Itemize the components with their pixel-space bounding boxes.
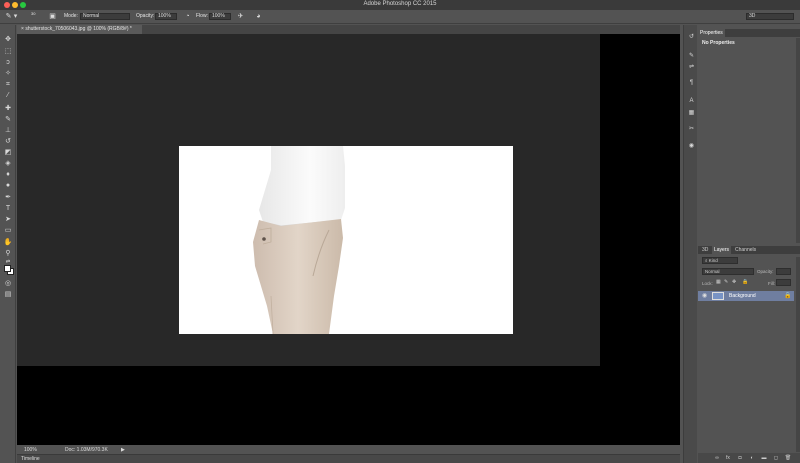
new-group-icon[interactable]: ▬	[760, 454, 768, 462]
quick-select-icon[interactable]: ✧	[3, 69, 13, 78]
blur-icon[interactable]: ♦	[3, 170, 13, 179]
opacity-label: Opacity:	[136, 13, 155, 19]
fill-label: Fill:	[768, 281, 775, 286]
brush-preset-icon[interactable]: ✎	[4, 12, 13, 21]
mode-select[interactable]: Normal	[80, 13, 130, 20]
visibility-eye-icon[interactable]: ◉	[702, 292, 707, 299]
lock-position-icon[interactable]: ✥	[732, 279, 736, 285]
blend-mode-select[interactable]: Normal	[702, 268, 754, 275]
document-tab[interactable]: × shutterstock_70506043.jpg @ 100% (RGB/…	[17, 25, 142, 34]
layer-name: Background	[729, 293, 756, 299]
lock-transparent-icon[interactable]: ▦	[716, 279, 721, 285]
tab-properties[interactable]: Properties	[698, 29, 725, 37]
rectangle-icon[interactable]: ▭	[3, 226, 13, 235]
layers-scrollbar[interactable]	[796, 257, 800, 452]
type-icon[interactable]: T	[3, 204, 13, 213]
timeline-panel[interactable]: Timeline	[17, 454, 680, 463]
delete-layer-icon[interactable]: 🗑	[784, 454, 792, 462]
properties-panel-header: Properties	[698, 29, 800, 37]
canvas-area[interactable]	[17, 34, 680, 445]
layer-lock-icon: 🔒	[784, 293, 792, 299]
options-bar: ✎ ▾ 30 ▣ Mode: Normal Opacity: 100% ◔ Fl…	[0, 10, 800, 24]
brush-panel-icon[interactable]: ▣	[48, 12, 57, 21]
airbrush-icon[interactable]: ✈	[236, 12, 245, 21]
zoom-icon[interactable]: ⚲	[3, 249, 13, 258]
lasso-icon[interactable]: ↄ	[3, 58, 13, 67]
healing-icon[interactable]: ✚	[3, 104, 13, 113]
layers-footer: ∞ fx ◘ ◐ ▬ ◻ 🗑	[698, 453, 800, 463]
hand-icon[interactable]: ✋	[3, 238, 13, 247]
workspace-select[interactable]: 3D	[746, 13, 794, 20]
paragraph-icon[interactable]: ¶	[687, 79, 696, 88]
panel-dock: ↺ ✎ ⇌ ¶ A ▦ ✂ ◉	[683, 25, 697, 463]
document-tab-title: shutterstock_70506043.jpg @ 100% (RGB/8#…	[25, 26, 132, 32]
flow-label: Flow:	[196, 13, 208, 19]
properties-empty-text: No Properties	[702, 40, 735, 46]
document-tab-bar: × shutterstock_70506043.jpg @ 100% (RGB/…	[17, 25, 680, 34]
stamp-icon[interactable]: ⊥	[3, 126, 13, 135]
crop-icon[interactable]: ⌗	[3, 80, 13, 89]
document-size: Doc: 1.03M/970.3K	[65, 447, 108, 453]
tools-panel: ✥ ⬚ ↄ ✧ ⌗ ⁄ ✚ ✎ ⊥ ↺ ◩ ◈ ♦ ● ✒ T ➤ ▭ ✋ ⚲ …	[0, 25, 16, 463]
brush-icon[interactable]: ✎	[3, 115, 13, 124]
opacity-field[interactable]: 100%	[155, 13, 177, 20]
layer-filter-select[interactable]: ⌕ Kind	[702, 257, 738, 264]
document-image[interactable]	[179, 146, 513, 334]
timeline-label: Timeline	[21, 456, 40, 462]
layer-thumbnail	[712, 292, 724, 300]
gradient-icon[interactable]: ◈	[3, 159, 13, 168]
add-mask-icon[interactable]: ◘	[736, 454, 744, 462]
quick-mask-icon[interactable]: ◎	[3, 279, 13, 288]
chevron-down-icon[interactable]: ▾	[13, 12, 18, 21]
flow-field[interactable]: 100%	[209, 13, 231, 20]
pressure-opacity-icon[interactable]: ◔	[183, 12, 192, 21]
character-icon[interactable]: A	[687, 97, 696, 106]
title-bar: Adobe Photoshop CC 2015	[0, 0, 800, 10]
status-menu-arrow-icon[interactable]: ▶	[121, 447, 125, 453]
path-select-icon[interactable]: ➤	[3, 215, 13, 224]
tab-layers[interactable]: Layers	[712, 246, 732, 254]
zoom-level[interactable]: 100%	[24, 447, 37, 453]
marquee-icon[interactable]: ⬚	[3, 47, 13, 56]
properties-scrollbar[interactable]	[796, 38, 800, 243]
foreground-color-swatch[interactable]	[4, 265, 11, 272]
history-brush-icon[interactable]: ↺	[3, 137, 13, 146]
tab-channels[interactable]: Channels	[733, 246, 758, 254]
styles-icon[interactable]: ▦	[687, 109, 696, 118]
eyedropper-icon[interactable]: ⁄	[3, 91, 13, 100]
new-layer-icon[interactable]: ◻	[772, 454, 780, 462]
layer-style-icon[interactable]: fx	[724, 454, 732, 462]
dodge-icon[interactable]: ●	[3, 181, 13, 190]
right-panels: Properties No Properties 3D Layers Chann…	[698, 25, 800, 463]
move-icon[interactable]: ✥	[3, 35, 13, 44]
new-adjustment-icon[interactable]: ◐	[748, 454, 756, 462]
brush-presets-icon[interactable]: ✎	[687, 52, 696, 61]
photo-figure-in-chinos	[253, 146, 345, 334]
adjustments-icon[interactable]: ⇌	[687, 63, 696, 72]
status-bar: 100% Doc: 1.03M/970.3K ▶	[17, 446, 680, 454]
screen-mode-icon[interactable]: ▤	[3, 290, 13, 299]
layer-row[interactable]: ◉ Background 🔒	[698, 291, 794, 301]
layers-opacity-field[interactable]	[776, 268, 791, 275]
link-layers-icon[interactable]: ∞	[713, 454, 721, 462]
lock-all-icon[interactable]: 🔒	[742, 279, 748, 285]
filter-kind-value: Kind	[708, 258, 718, 263]
3d-icon[interactable]: ◉	[687, 142, 696, 151]
tools-preset-icon[interactable]: ✂	[687, 125, 696, 134]
layers-opacity-label: Opacity:	[757, 269, 774, 274]
mode-label: Mode:	[64, 13, 78, 19]
pressure-size-icon[interactable]: ◕	[254, 12, 263, 21]
photoshop-window: Adobe Photoshop CC 2015 ✎ ▾ 30 ▣ Mode: N…	[0, 0, 800, 463]
history-icon[interactable]: ↺	[687, 33, 696, 42]
layers-panel-header: 3D Layers Channels	[698, 246, 800, 254]
lock-label: Lock:	[702, 281, 713, 286]
tab-3d[interactable]: 3D	[700, 246, 710, 254]
eraser-icon[interactable]: ◩	[3, 148, 13, 157]
window-title: Adobe Photoshop CC 2015	[363, 1, 437, 7]
pen-icon[interactable]: ✒	[3, 193, 13, 202]
lock-pixels-icon[interactable]: ✎	[724, 279, 728, 285]
brush-size-value[interactable]: 30	[31, 11, 35, 16]
fill-field[interactable]	[776, 279, 791, 286]
